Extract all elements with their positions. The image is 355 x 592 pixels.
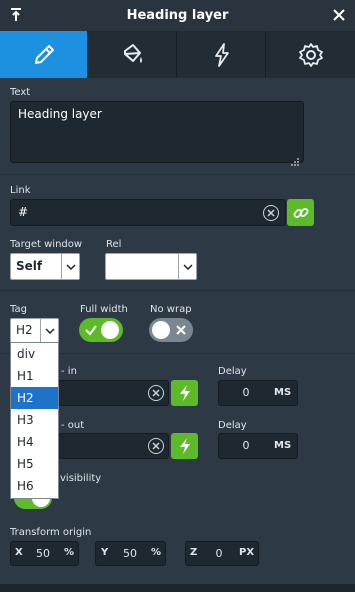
tab-settings[interactable] [267,31,355,78]
clear-animation-out-icon[interactable] [148,438,164,454]
paint-bucket-icon [123,43,142,63]
full-width-label: Full width [80,304,128,315]
check-icon [85,325,97,336]
tag-option-h5[interactable]: H5 [11,453,58,475]
chevron-down-icon[interactable] [61,254,79,279]
divider [0,290,355,291]
full-width-toggle[interactable] [79,318,123,342]
tab-animation[interactable] [178,31,266,78]
origin-y-axis: Y [101,547,109,558]
tag-option-div[interactable]: div [11,343,58,365]
delay-out-label: Delay [218,420,247,431]
no-wrap-toggle[interactable] [149,318,193,342]
text-value: Heading layer [18,107,102,121]
tab-content[interactable] [0,31,88,78]
window-title: Heading layer [126,8,229,23]
toggle-knob [101,321,119,339]
lightning-icon [179,438,190,454]
animation-out-label: - out [61,420,85,431]
delay-in-value: 0 [242,386,250,399]
delay-out-unit: MS [274,440,292,451]
origin-z-value: 0 [215,547,223,560]
origin-x-unit: % [64,547,75,558]
tag-value: H2 [16,323,33,337]
panel-footer [0,584,355,592]
divider [0,174,355,175]
transform-origin-label: Transform origin [10,527,92,538]
pin-icon[interactable] [8,7,24,23]
origin-y-unit: % [151,547,162,558]
toggle-knob [152,321,170,339]
origin-x-value: 50 [36,547,50,560]
visibility-label: visibility [60,473,102,484]
chevron-down-icon[interactable] [40,319,58,342]
origin-x-axis: X [15,547,23,558]
pencil-icon [34,44,54,64]
tag-option-h4[interactable]: H4 [11,431,58,453]
tag-option-h1[interactable]: H1 [11,365,58,387]
link-picker-button[interactable] [287,199,314,226]
tab-style[interactable] [89,31,177,78]
delay-out-value: 0 [242,439,250,452]
delay-in-label: Delay [218,366,247,377]
chevron-down-icon[interactable] [178,254,196,279]
link-label: Link [10,185,31,196]
no-wrap-label: No wrap [150,304,192,315]
text-label: Text [10,87,31,98]
rel-label: Rel [106,239,122,250]
x-icon [176,325,186,335]
target-window-value: Self [16,259,43,273]
resize-grip-icon[interactable] [290,151,300,166]
chain-link-icon [293,207,308,218]
animation-in-button[interactable] [171,380,198,406]
origin-z-axis: Z [190,547,198,558]
tag-option-h6[interactable]: H6 [11,475,58,497]
link-value: # [18,205,29,219]
tag-option-h3[interactable]: H3 [11,409,58,431]
clear-link-icon[interactable] [263,205,279,221]
close-icon[interactable] [331,7,347,23]
lightning-icon [214,42,229,67]
clear-animation-in-icon[interactable] [148,385,164,401]
tag-option-h2[interactable]: H2 [11,387,58,409]
origin-z-unit: PX [239,547,255,558]
target-window-label: Target window [10,239,83,250]
tag-dropdown-list: div H1 H2 H3 H4 H5 H6 [10,342,59,499]
delay-in-unit: MS [274,387,292,398]
link-input[interactable] [10,199,286,226]
lightning-icon [179,385,190,401]
gear-icon [299,42,323,67]
animation-in-label: - in [61,366,77,377]
animation-out-button[interactable] [171,433,198,459]
tag-label: Tag [10,304,27,315]
origin-y-value: 50 [123,547,137,560]
